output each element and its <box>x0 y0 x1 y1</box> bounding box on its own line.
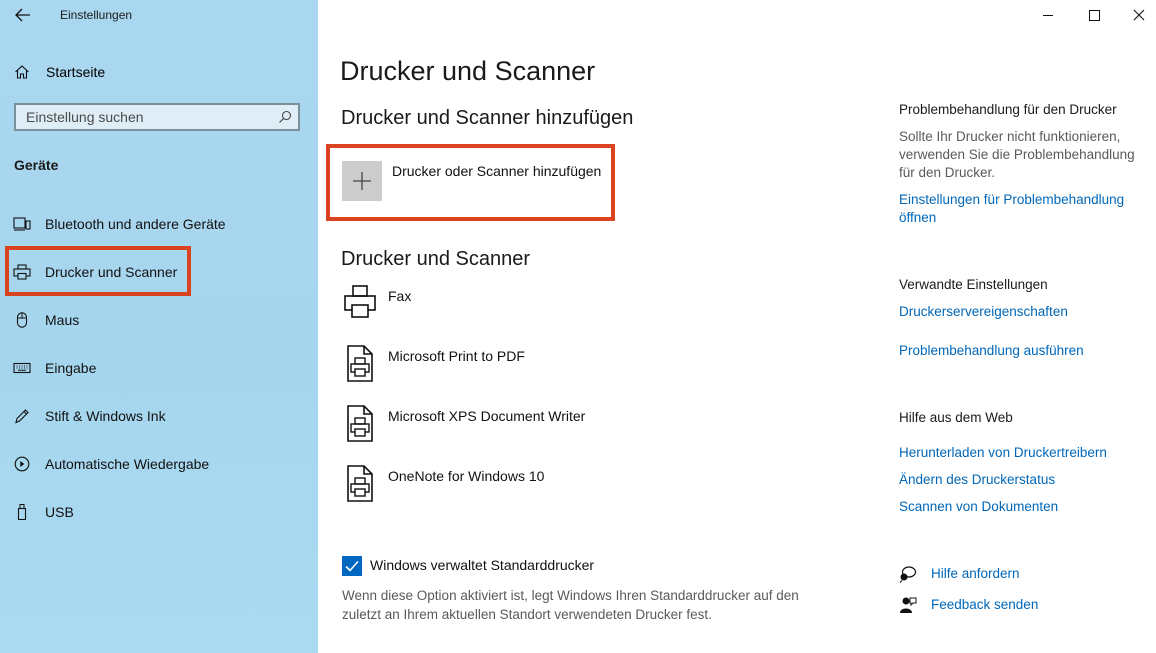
device-item-onenote[interactable]: OneNote for Windows 10 <box>340 464 720 510</box>
sidebar-item-mouse[interactable]: Maus <box>0 300 318 340</box>
sidebar-item-autoplay[interactable]: Automatische Wiedergabe <box>0 444 318 484</box>
sidebar-item-home[interactable]: Startseite <box>0 56 318 88</box>
device-item-xps[interactable]: Microsoft XPS Document Writer <box>340 404 720 450</box>
device-item-fax[interactable]: Fax <box>340 284 720 330</box>
print-server-properties-link[interactable]: Druckerservereigenschaften <box>899 303 1068 321</box>
fax-printer-icon <box>344 285 376 318</box>
default-printer-description: Wenn diese Option aktiviert ist, legt Wi… <box>342 588 799 622</box>
usb-icon <box>17 504 27 520</box>
document-printer-icon <box>347 405 373 442</box>
sidebar-item-home-label: Startseite <box>46 64 106 80</box>
selection-highlight-frame <box>5 246 191 296</box>
close-icon <box>1133 9 1145 21</box>
device-name: Microsoft XPS Document Writer <box>388 408 586 424</box>
sidebar-item-label: Bluetooth und andere Geräte <box>45 216 226 232</box>
device-name: OneNote for Windows 10 <box>388 468 545 484</box>
sidebar-item-label: Stift & Windows Ink <box>45 408 166 424</box>
section-title: Geräte <box>14 157 59 173</box>
troubleshoot-heading: Problembehandlung für den Drucker <box>899 102 1117 117</box>
home-icon <box>15 65 29 79</box>
default-printer-checkbox[interactable] <box>342 556 362 576</box>
close-button[interactable] <box>1124 4 1154 26</box>
keyboard-icon <box>13 362 31 374</box>
scan-documents-link[interactable]: Scannen von Dokumenten <box>899 498 1058 516</box>
search-input[interactable] <box>16 105 276 129</box>
sidebar-item-label: Automatische Wiedergabe <box>45 456 210 472</box>
web-help-heading: Hilfe aus dem Web <box>899 410 1013 425</box>
printer-list-heading: Drucker und Scanner <box>341 248 530 270</box>
add-section-heading: Drucker und Scanner hinzufügen <box>341 107 634 129</box>
sidebar-item-label: USB <box>45 504 74 520</box>
sidebar-item-label: Maus <box>45 312 80 328</box>
bluetooth-devices-icon <box>13 217 31 231</box>
document-printer-icon <box>347 345 373 382</box>
device-name: Microsoft Print to PDF <box>388 348 525 364</box>
mouse-icon <box>16 312 28 328</box>
search-box[interactable] <box>14 103 300 131</box>
sidebar-item-bluetooth[interactable]: Bluetooth und andere Geräte <box>0 204 318 244</box>
get-help-link[interactable]: Hilfe anfordern <box>931 565 1020 583</box>
sidebar-item-usb[interactable]: USB <box>0 492 318 532</box>
sidebar-item-label: Eingabe <box>45 360 97 376</box>
troubleshoot-text: Sollte Ihr Drucker nicht funktionieren, … <box>899 129 1135 180</box>
sidebar-item-input[interactable]: Eingabe <box>0 348 318 388</box>
change-printer-status-link[interactable]: Ändern des Druckerstatus <box>899 471 1055 489</box>
sidebar: Einstellungen Startseite Geräte Bluetoot… <box>0 0 318 653</box>
app-title: Einstellungen <box>60 8 133 22</box>
autoplay-icon <box>14 456 30 472</box>
back-button[interactable] <box>14 4 32 26</box>
send-feedback-link[interactable]: Feedback senden <box>931 596 1038 614</box>
pen-icon <box>15 409 29 424</box>
minimize-icon <box>1043 15 1053 16</box>
search-icon[interactable] <box>278 110 292 124</box>
document-printer-icon <box>347 465 373 502</box>
back-arrow-icon <box>15 8 30 22</box>
feedback-icon <box>900 597 917 613</box>
run-troubleshooter-link[interactable]: Problembehandlung ausführen <box>899 342 1084 360</box>
device-item-pdf[interactable]: Microsoft Print to PDF <box>340 344 720 390</box>
minimize-button[interactable] <box>1033 4 1063 26</box>
page-title: Drucker und Scanner <box>340 56 596 86</box>
checkmark-icon <box>345 560 359 572</box>
troubleshoot-settings-link[interactable]: Einstellungen für Problembehandlung öffn… <box>899 191 1149 227</box>
download-drivers-link[interactable]: Herunterladen von Druckertreibern <box>899 444 1107 462</box>
sidebar-item-pen[interactable]: Stift & Windows Ink <box>0 396 318 436</box>
related-settings-heading: Verwandte Einstellungen <box>899 277 1048 292</box>
maximize-button[interactable] <box>1079 4 1109 26</box>
default-printer-label[interactable]: Windows verwaltet Standarddrucker <box>370 557 594 573</box>
help-chat-icon <box>899 566 917 583</box>
maximize-icon <box>1089 10 1100 21</box>
device-name: Fax <box>388 288 412 304</box>
add-highlight-frame <box>326 144 615 221</box>
